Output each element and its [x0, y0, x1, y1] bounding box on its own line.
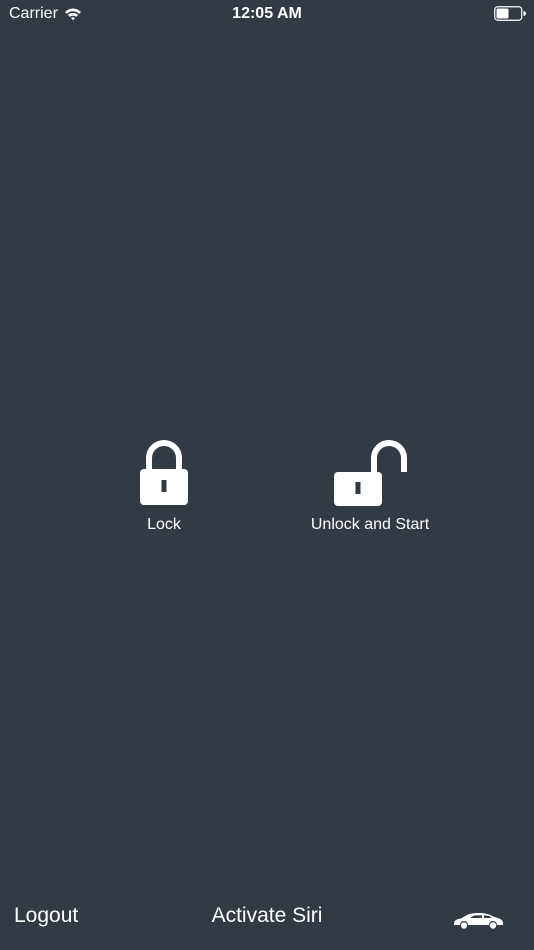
bottom-toolbar: Logout Activate Siri	[0, 890, 534, 950]
status-time: 12:05 AM	[232, 5, 302, 22]
battery-icon	[494, 6, 526, 21]
unlock-icon	[334, 440, 407, 506]
lock-button[interactable]: Lock	[114, 440, 214, 534]
unlock-label: Unlock and Start	[310, 516, 430, 533]
lock-label: Lock	[147, 516, 181, 533]
status-bar: Carrier 12:05 AM	[0, 0, 534, 28]
activate-siri-button[interactable]: Activate Siri	[212, 904, 323, 927]
car-icon[interactable]	[452, 910, 504, 930]
logout-button[interactable]: Logout	[14, 904, 78, 928]
unlock-and-start-button[interactable]: Unlock and Start	[290, 440, 450, 534]
lock-icon	[140, 440, 188, 505]
